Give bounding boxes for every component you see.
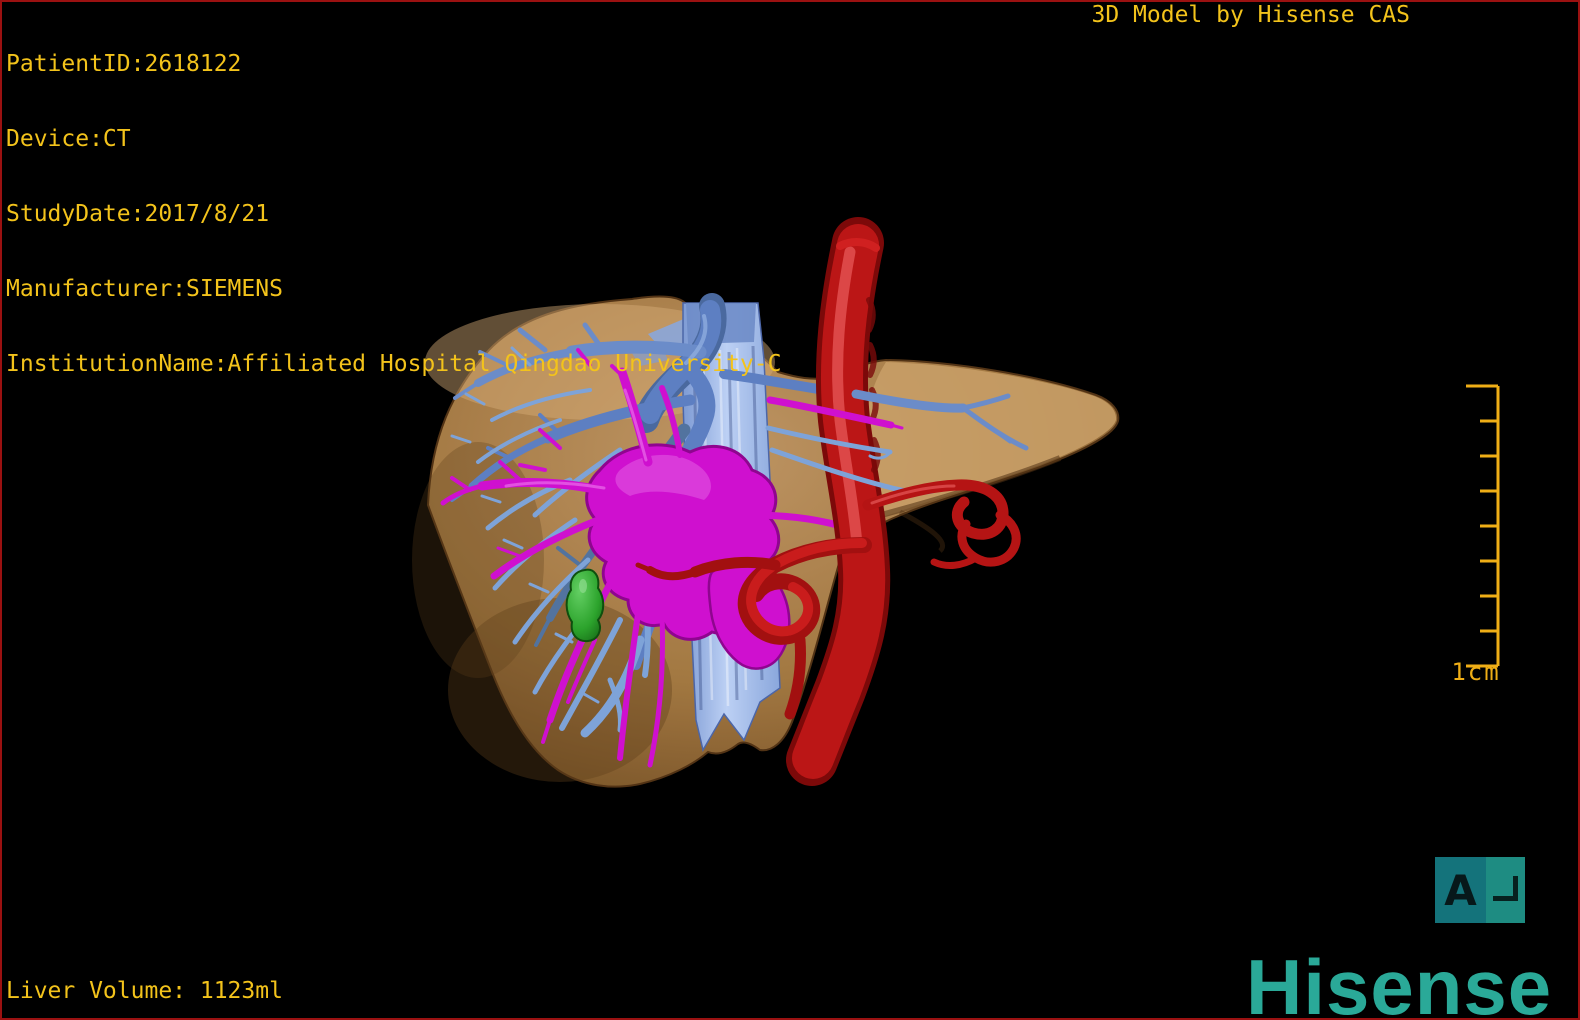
manufacturer-line: Manufacturer:SIEMENS bbox=[6, 276, 283, 302]
corner-bracket-icon bbox=[1493, 875, 1518, 901]
orientation-marker[interactable]: A bbox=[1435, 857, 1525, 923]
patient-id-line: PatientID:2618122 bbox=[6, 51, 242, 77]
ruler-unit-label: 1cm bbox=[1451, 658, 1501, 686]
lesion-mesh bbox=[565, 568, 605, 643]
scale-ruler bbox=[1466, 384, 1500, 668]
app-title: 3D Model by Hisense CAS bbox=[1091, 2, 1411, 28]
orientation-side-face bbox=[1486, 857, 1525, 923]
liver-volume-label: Liver Volume: 1123ml bbox=[6, 978, 283, 1004]
patient-info-overlay: PatientID:2618122 Device:CT StudyDate:20… bbox=[6, 2, 781, 427]
hisense-logo: Hisense bbox=[1246, 943, 1553, 1020]
device-line: Device:CT bbox=[6, 126, 131, 152]
institution-line: InstitutionName:Affiliated Hospital Qing… bbox=[6, 351, 782, 377]
orientation-face-label: A bbox=[1435, 857, 1486, 923]
study-date-line: StudyDate:2017/8/21 bbox=[6, 201, 270, 227]
3d-viewport[interactable]: PatientID:2618122 Device:CT StudyDate:20… bbox=[0, 0, 1580, 1020]
